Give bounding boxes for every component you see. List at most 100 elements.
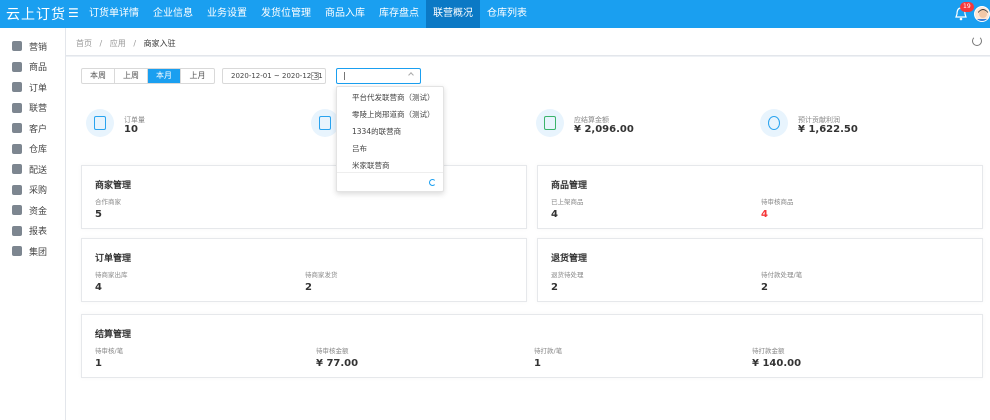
sidebar-item-label: 订单: [29, 83, 48, 94]
nav-company-info[interactable]: 企业信息: [146, 0, 200, 28]
field-label: 待付款处理/笔: [761, 271, 803, 279]
card-field: 待审核金额 ¥ 77.00: [316, 345, 358, 369]
card-field: 待商家出库 4: [95, 269, 128, 293]
stat-value: ¥ 2,096.00: [574, 124, 634, 135]
sidebar-item-label: 营销: [29, 42, 48, 53]
merchant-option[interactable]: 零陵上岗邢道商（测试）: [337, 106, 443, 123]
card-title: 结算管理: [95, 330, 132, 340]
field-label: 待审核/笔: [95, 347, 124, 355]
top-nav: 订货单详情 企业信息 业务设置 发货位管理 商品入库 库存盘点 联营概况 仓库列…: [82, 0, 534, 28]
chevron-up-icon: [408, 72, 414, 78]
field-value[interactable]: ¥ 77.00: [316, 358, 358, 369]
sidebar-item-delivery[interactable]: 配送: [0, 159, 65, 180]
sidebar-item-label: 客户: [29, 124, 48, 135]
sidebar-item-warehouse[interactable]: 仓库: [0, 139, 65, 160]
merchant-dropdown: 平台代发联营商（测试） 零陵上岗邢道商（测试） 1334的联营商 吕布 米家联营…: [336, 86, 444, 192]
stat-value: ¥ 1,622.50: [798, 124, 858, 135]
field-value[interactable]: 2: [551, 282, 584, 293]
product-icon: [12, 61, 22, 72]
merchant-select[interactable]: |: [336, 68, 421, 84]
field-value[interactable]: 2: [305, 282, 338, 293]
period-last-week[interactable]: 上周: [115, 69, 148, 83]
field-value[interactable]: 1: [534, 358, 562, 369]
joint-icon: [12, 102, 22, 113]
period-last-month[interactable]: 上月: [181, 69, 214, 83]
field-label: 合作商家: [95, 198, 121, 206]
card-field: 待打款金额 ¥ 140.00: [752, 345, 801, 369]
period-this-week[interactable]: 本周: [82, 69, 115, 83]
sidebar-item-label: 仓库: [29, 145, 48, 156]
sidebar-item-label: 商品: [29, 63, 48, 74]
field-value[interactable]: 4: [551, 209, 584, 220]
menu-toggle-icon[interactable]: ☰: [68, 6, 79, 20]
product-management-card: 商品管理 已上架商品 4 待审核商品 4: [537, 165, 983, 229]
card-title: 商家管理: [95, 181, 132, 191]
merchant-option[interactable]: 1334的联营商: [337, 123, 443, 140]
sidebar-item-marketing[interactable]: 营销: [0, 36, 65, 57]
nav-business-settings[interactable]: 业务设置: [200, 0, 254, 28]
field-value[interactable]: 4: [761, 209, 794, 220]
date-range-picker[interactable]: 2020-12-01 ~ 2020-12-31: [222, 68, 326, 84]
sidebar-item-products[interactable]: 商品: [0, 57, 65, 78]
period-this-month[interactable]: 本月: [148, 69, 181, 83]
sidebar-item-reports[interactable]: 报表: [0, 221, 65, 242]
field-label: 待商家发货: [305, 271, 338, 279]
field-label: 待审核金额: [316, 347, 349, 355]
breadcrumb-separator: /: [99, 39, 103, 48]
sidebar-item-customers[interactable]: 客户: [0, 118, 65, 139]
nav-shipping-location[interactable]: 发货位管理: [254, 0, 318, 28]
field-value[interactable]: 1: [95, 358, 123, 369]
field-label: 待打款金额: [752, 347, 785, 355]
card-field: 待打款/笔 1: [534, 345, 562, 369]
card-field: 退货待处理 2: [551, 269, 584, 293]
field-value[interactable]: 5: [95, 209, 121, 220]
marketing-icon: [12, 41, 22, 52]
user-avatar[interactable]: [974, 6, 990, 22]
sidebar-item-label: 联营: [29, 104, 48, 115]
merchant-option[interactable]: 吕布: [337, 140, 443, 157]
card-field: 待审核/笔 1: [95, 345, 123, 369]
sidebar-item-funds[interactable]: 资金: [0, 200, 65, 221]
nav-order-detail[interactable]: 订货单详情: [82, 0, 146, 28]
nav-warehouse-list[interactable]: 仓库列表: [480, 0, 534, 28]
sidebar-item-label: 配送: [29, 165, 48, 176]
merchant-management-card: 商家管理 合作商家 5: [81, 165, 527, 229]
nav-stocktaking[interactable]: 库存盘点: [372, 0, 426, 28]
sidebar: 营销 商品 订单 联营 客户 仓库 配送 采购 资金 报表 集团: [0, 28, 66, 420]
card-field: 已上架商品 4: [551, 196, 584, 220]
sidebar-item-purchase[interactable]: 采购: [0, 180, 65, 201]
sidebar-item-joint[interactable]: 联营: [0, 98, 65, 119]
notification-badge: 19: [960, 2, 974, 12]
refresh-icon[interactable]: [972, 36, 982, 46]
return-management-card: 退货管理 退货待处理 2 待付款处理/笔 2: [537, 238, 983, 302]
date-range-text: 2020-12-01 ~ 2020-12-31: [231, 72, 323, 80]
card-title: 退货管理: [551, 254, 588, 264]
sidebar-item-orders[interactable]: 订单: [0, 77, 65, 98]
money-bag-icon: [12, 205, 22, 216]
card-field: 合作商家 5: [95, 196, 121, 220]
customer-icon: [12, 123, 22, 134]
card-title: 商品管理: [551, 181, 588, 191]
app-logo[interactable]: 云上订货: [6, 4, 66, 24]
stat-value: 10: [124, 124, 138, 135]
field-value[interactable]: ¥ 140.00: [752, 358, 801, 369]
warehouse-icon: [12, 143, 22, 154]
settlement-icon: [536, 109, 564, 137]
period-selector: 本周 上周 本月 上月: [81, 68, 215, 84]
nav-joint-overview[interactable]: 联营概况: [426, 0, 480, 28]
breadcrumb-home[interactable]: 首页: [76, 39, 92, 48]
coins-icon: [760, 109, 788, 137]
sidebar-item-label: 资金: [29, 206, 48, 217]
main-content: 本周 上周 本月 上月 2020-12-01 ~ 2020-12-31 | 平台…: [66, 57, 990, 420]
field-value[interactable]: 4: [95, 282, 128, 293]
field-value[interactable]: 2: [761, 282, 802, 293]
loading-spinner-icon: [429, 179, 436, 186]
calendar-icon: [311, 72, 319, 80]
nav-product-inbound[interactable]: 商品入库: [318, 0, 372, 28]
truck-icon: [12, 164, 22, 175]
group-icon: [12, 246, 22, 257]
sidebar-item-group[interactable]: 集团: [0, 241, 65, 262]
merchant-option[interactable]: 平台代发联营商（测试）: [337, 89, 443, 106]
breadcrumb-app[interactable]: 应用: [110, 39, 126, 48]
top-bar: 云上订货 ☰ 订货单详情 企业信息 业务设置 发货位管理 商品入库 库存盘点 联…: [0, 0, 990, 28]
